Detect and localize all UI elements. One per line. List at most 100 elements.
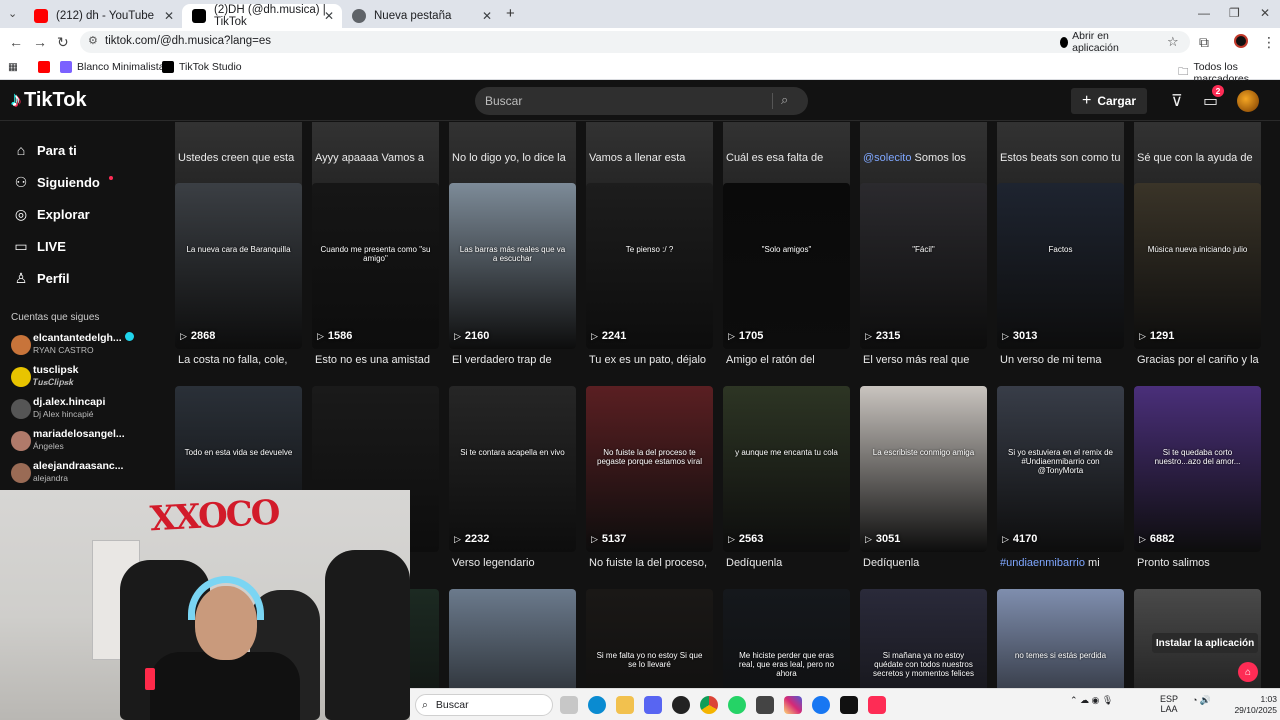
video-thumbnail[interactable]: Música nueva iniciando julio ▷ 1291 [1134,183,1261,349]
video-thumbnail[interactable]: Si mañana ya no estoy quédate con todos … [860,589,987,688]
sidebar-item-siguiendo[interactable]: ⚇ Siguiendo [13,174,113,191]
language-indicator[interactable]: ESP LAA [1160,694,1178,714]
minimize-button[interactable]: — [1198,6,1210,20]
facebook-icon[interactable] [812,696,830,714]
video-caption[interactable]: El verso más real que [863,354,998,366]
video-thumbnail[interactable]: Si me falta yo no estoy Si que se lo lle… [586,589,713,688]
url-text[interactable]: tiktok.com/@dh.musica?lang=es [105,35,271,47]
taskbar-clock[interactable]: 1:03 29/10/2025 [1225,694,1277,716]
followed-account[interactable]: mariadelosangel... Ángeles [11,428,161,456]
tab-tiktok[interactable]: (2)DH (@dh.musica) | TikTok ✕ [182,4,342,28]
video-thumbnail[interactable]: "Fácil" ▷ 2315 [860,183,987,349]
video-caption[interactable]: Ayyy apaaaa Vamos a [315,152,450,164]
omnibox[interactable]: ⚙ tiktok.com/@dh.musica?lang=es Abrir en… [80,30,1190,54]
followed-account[interactable]: aleejandraasanc... alejandra [11,460,161,488]
video-thumbnail[interactable]: no temes si estás perdida [997,589,1124,688]
obs-icon[interactable] [672,696,690,714]
video-caption[interactable]: Vamos a llenar esta [589,152,724,164]
bookmark-star-icon[interactable]: ☆ [1167,34,1179,50]
close-tab-icon[interactable]: ✕ [482,9,492,23]
video-thumbnail[interactable]: Si te contara acapella en vivo ▷ 2232 [449,386,576,552]
tiktok-logo[interactable]: ♪ TikTok [11,89,87,112]
video-caption[interactable]: No fuiste la del proceso, [589,557,724,569]
video-caption[interactable]: Estos beats son como tu [1000,152,1135,164]
video-caption[interactable]: Esto no es una amistad [315,354,450,366]
close-tab-icon[interactable]: ✕ [164,9,174,23]
followed-account[interactable]: tusclipsk 𝑻𝒖𝒔𝑪𝒍𝒊𝒑𝒔𝒌 [11,364,161,392]
close-tab-icon[interactable]: ✕ [324,9,334,23]
whatsapp-icon[interactable] [728,696,746,714]
messages-icon[interactable]: ⊽ [1171,91,1183,111]
edge-icon[interactable] [588,696,606,714]
followed-account[interactable]: dj.alex.hincapi Dj Alex hincapié [11,396,161,424]
maximize-button[interactable]: ❐ [1229,6,1240,20]
extensions-icon[interactable]: ⧉ [1199,34,1209,50]
capcut-icon[interactable] [756,696,774,714]
video-caption[interactable]: @solecito Somos los [863,152,998,164]
video-caption[interactable]: Amigo el ratón del [726,354,861,366]
video-thumbnail[interactable]: La nueva cara de Baranquilla ▷ 2868 [175,183,302,349]
sidebar-item-live[interactable]: ▭ LIVE [13,238,66,255]
caption-tag[interactable]: #undiaenmibarrio [1000,557,1085,569]
search-bar[interactable]: Buscar ⌕ [475,87,808,115]
tiktok-icon[interactable] [840,696,858,714]
open-in-app-button[interactable]: Abrir en aplicación [1060,30,1136,54]
instagram-icon[interactable] [784,696,802,714]
tray-icons[interactable]: ⌃ ☁ ◉ 🎙 [1070,695,1113,706]
caption-tag[interactable]: @solecito [863,152,911,164]
user-avatar[interactable] [1237,90,1259,112]
video-thumbnail[interactable]: Cuando me presenta como "su amigo" ▷ 1586 [312,183,439,349]
site-info-icon[interactable]: ⚙ [88,34,98,47]
video-caption[interactable]: No lo digo yo, lo dice la [452,152,587,164]
video-thumbnail[interactable]: Si te quedaba corto nuestro...azo del am… [1134,386,1261,552]
video-caption[interactable]: Dedíquenla [726,557,861,569]
video-caption[interactable]: Cuál es esa falta de [726,152,861,164]
forward-icon[interactable]: → [33,34,47,50]
network-volume-icons[interactable]: ◔ 🔊 [1192,695,1211,706]
close-window-button[interactable]: ✕ [1260,6,1270,20]
video-caption[interactable]: Un verso de mi tema [1000,354,1135,366]
search-input[interactable]: Buscar [485,94,522,108]
video-thumbnail[interactable]: Me hiciste perder que eras real, que era… [723,589,850,688]
sidebar-item-explorar[interactable]: ◎ Explorar [13,206,90,223]
search-icon[interactable]: ⌕ [781,92,788,108]
back-icon[interactable]: ← [9,34,23,50]
video-thumbnail[interactable] [449,589,576,688]
video-caption[interactable]: #undiaenmibarrio mi [1000,557,1135,569]
video-thumbnail[interactable]: Las barras más reales que va a escuchar ▷… [449,183,576,349]
video-caption[interactable]: El verdadero trap de [452,354,587,366]
bookmark-tiktok-studio[interactable]: TikTok Studio [162,61,242,73]
video-thumbnail[interactable]: Factos ▷ 3013 [997,183,1124,349]
video-thumbnail[interactable]: y aunque me encanta tu cola ▷ 2563 [723,386,850,552]
tab-youtube[interactable]: (212) dh - YouTube ✕ [24,4,182,28]
sidebar-item-perfil[interactable]: ♙ Perfil [13,270,70,287]
tab-new-tab[interactable]: Nueva pestaña ✕ [342,4,500,28]
video-caption[interactable]: Gracias por el cariño y la [1137,354,1265,366]
taskbar-search[interactable]: ⌕ Buscar [415,694,553,716]
video-thumbnail[interactable]: "Solo amigos" ▷ 1705 [723,183,850,349]
menu-icon[interactable]: ⋮ [1262,34,1276,50]
video-caption[interactable]: Pronto salimos [1137,557,1265,569]
video-thumbnail[interactable]: Si yo estuviera en el remix de #Undiaenm… [997,386,1124,552]
reload-icon[interactable]: ↻ [57,34,69,50]
discord-icon[interactable] [644,696,662,714]
bookmark-canva[interactable]: Blanco Minimalista... [60,61,173,73]
followed-account[interactable]: elcantantedelgh... RYAN CASTRO [11,332,161,360]
file-explorer-icon[interactable] [616,696,634,714]
video-thumbnail[interactable]: Te pienso :/ ? ▷ 2241 [586,183,713,349]
bookmark-youtube[interactable] [38,61,50,73]
video-caption[interactable]: Sé que con la ayuda de [1137,152,1265,164]
video-caption[interactable]: Ustedes creen que esta [178,152,313,164]
video-caption[interactable]: La costa no falla, cole, [178,354,313,366]
video-thumbnail[interactable]: La escribiste conmigo amiga ▷ 3051 [860,386,987,552]
scroll-to-top-icon[interactable]: ⌂ [1238,662,1258,682]
upload-button[interactable]: + Cargar [1071,88,1147,114]
tiktok-studio-icon[interactable] [868,696,886,714]
tab-search-button[interactable]: ⌄ [8,7,17,20]
new-tab-button[interactable]: + [506,5,515,22]
video-thumbnail[interactable]: No fuiste la del proceso te pegaste porq… [586,386,713,552]
sidebar-item-para-ti[interactable]: ⌂ Para ti [13,142,77,158]
video-caption[interactable]: Dedíquenla [863,557,998,569]
video-caption[interactable]: Tu ex es un pato, déjalo [589,354,724,366]
video-caption[interactable]: Verso legendario [452,557,587,569]
